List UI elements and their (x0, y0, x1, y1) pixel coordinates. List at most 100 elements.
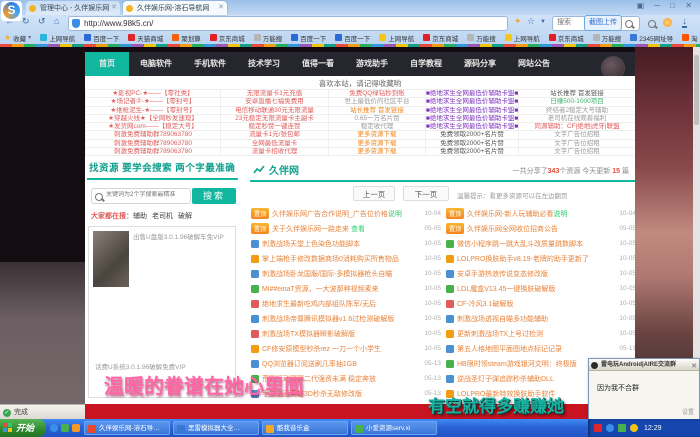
list-item[interactable]: 置顶久伴娱乐网广告合作说明_广告位价格说明10-04 (251, 206, 441, 221)
ad-link[interactable]: 文字广告位招租 (519, 131, 635, 139)
page-scrollbar[interactable] (693, 47, 700, 404)
item-tail-link[interactable]: 说明 (388, 211, 402, 218)
favorites-menu[interactable]: ★ 收藏 ▾ (4, 33, 31, 43)
popup-close-icon[interactable]: ✕ (691, 361, 697, 371)
ad-link[interactable]: 更多资源下载 (329, 148, 426, 156)
scrollbar-thumb[interactable] (694, 55, 699, 125)
ad-link[interactable]: 刺激免费辅助群789063780 (86, 131, 221, 139)
ad-link[interactable]: 23元稳定无限流量卡主副卡 (221, 115, 329, 123)
ad-link[interactable]: 电信移动联通30元无限流量 (221, 107, 329, 115)
site-search-button[interactable]: 搜索 (192, 188, 236, 204)
ad-link[interactable]: ★发货网com——【稳定大号】 (86, 123, 221, 131)
bookmark-item[interactable]: 天猫商城 (128, 33, 163, 43)
hot-link[interactable]: 老司机 (152, 213, 173, 220)
tray-volume-icon[interactable] (630, 424, 638, 432)
list-item[interactable]: Mi##einaT资源，一大波那种视频素来10-05 (251, 281, 441, 296)
magnifier-icon[interactable] (648, 20, 656, 28)
tab-close-icon[interactable]: ✕ (218, 3, 224, 11)
taskbar-window-button[interactable]: 小爱资源serv.xi (351, 421, 437, 435)
chevron-down-icon[interactable]: ▼ (540, 19, 546, 25)
ad-link[interactable]: 稳定秒赞一键连赞 (221, 123, 329, 131)
list-item[interactable]: 置顶久伴娱乐网全网收位招商公告05-05 (446, 221, 635, 236)
ad-link[interactable]: ★维枪泥生-★——【零封号】 (86, 107, 221, 115)
prev-page-button[interactable]: 上一页 (353, 186, 395, 201)
ad-link[interactable]: 文字广告位招租 (519, 148, 635, 156)
ad-link[interactable]: 日赚500-1000项目 (519, 98, 635, 106)
ad-link[interactable]: 免费领取2000+名片赞 (426, 131, 519, 139)
bookmark-item[interactable]: 百度一下 (291, 33, 326, 43)
list-item[interactable]: 绝地求生最新吃鸡内部组队陈军/无后10-05 (251, 296, 441, 311)
refresh-icon[interactable]: ↻ (22, 16, 30, 27)
ad-link[interactable]: ★影视PC-★——【零社类】 (86, 90, 221, 98)
nav-item-8[interactable]: 网站公告 (507, 52, 561, 76)
hot-link[interactable]: 辅助 (133, 213, 147, 220)
address-bar[interactable]: http://www.98k5.cn/ (68, 16, 508, 31)
bookmark-item[interactable]: 京东商城 (423, 33, 458, 43)
window-controls[interactable]: ▣ ─ □ ✕ (637, 1, 696, 10)
nav-item-3[interactable]: 技术学习 (237, 52, 291, 76)
ad-link[interactable]: ■绝地求生全网最低价辅助卡盟■ (426, 123, 519, 131)
favorite-star-icon[interactable]: ☆ (527, 16, 535, 27)
taskbar-window-button[interactable]: 黑雷模拟器大全… (173, 421, 259, 435)
notification-popup[interactable]: 雷电玩Android|AIRE交流群 ✕ 因为我不合群 设置 (588, 358, 700, 420)
ad-link[interactable]: 站长推荐 首发链接 (329, 107, 426, 115)
ad-link[interactable]: 世上最低价的社区平台 (329, 98, 426, 106)
taskbar-window-button[interactable]: 久伴娱乐网-溶石导… (84, 421, 170, 435)
lightning-icon[interactable]: ✦ (514, 16, 522, 27)
ad-link[interactable]: 安卓直播七福免费用 (221, 98, 329, 106)
browser-tab-2[interactable]: 久伴娱乐网-溶石导航网 ✕ (123, 1, 227, 15)
nav-item-1[interactable]: 电脑软件 (129, 52, 183, 76)
menu-circle-icon[interactable] (663, 18, 672, 27)
ad-link[interactable]: 站长推荐 首发链接 (519, 90, 635, 98)
tray-sogou-icon[interactable] (594, 424, 602, 432)
tray-security-icon[interactable] (618, 424, 626, 432)
ad-link[interactable]: 更多资源下载 (329, 131, 426, 139)
list-item[interactable]: LOLPRO换肤助手v8.19-老牌的助手更新了10-05 (446, 251, 635, 266)
list-item[interactable]: LOL魔盒V13.45一键换肤破解版10-05 (446, 281, 635, 296)
ad-link[interactable]: ■绝地求生全网最低价辅助卡盟■ (426, 107, 519, 115)
ad-link[interactable]: 免费领取2000+名片赞 (426, 148, 519, 156)
ad-link[interactable]: ■绝地求生全网最低价辅助卡盟■ (426, 90, 519, 98)
ad-link[interactable]: 无限流量卡1元充值 (221, 90, 329, 98)
next-page-button[interactable]: 下一页 (403, 186, 449, 201)
nav-item-7[interactable]: 源码分享 (453, 52, 507, 76)
ad-link[interactable]: ■绝地求生全网最低价辅助卡盟■ (426, 98, 519, 106)
list-item[interactable]: 置顶久伴娱乐网-新人玩辅助必看说明10-04 (446, 206, 635, 221)
ad-link[interactable]: 刺激免费辅助群789063780 (86, 148, 221, 156)
bookmark-item[interactable]: 京东商城 (210, 33, 245, 43)
ad-link[interactable]: ★场记者②-★——【零封号】 (86, 98, 221, 106)
ad-link[interactable]: ■绝地求生全网最低价辅助卡盟■ (426, 115, 519, 123)
ad-link[interactable]: 全网最低流量卡 (221, 140, 329, 148)
ad-link[interactable]: 刺激免费辅助群789063780 (86, 140, 221, 148)
quick-launch-icon-1[interactable] (50, 424, 58, 432)
ad-link[interactable]: 免费领取2000+名片赞 (426, 140, 519, 148)
ad-link[interactable]: 更多资源下载 (329, 140, 426, 148)
ad-link[interactable]: 稳定收代理 (329, 123, 426, 131)
ad-link[interactable]: 流量卡1元/张包邮 (221, 131, 329, 139)
taskbar-window-button[interactable]: 酷我音乐盒 (262, 421, 348, 435)
list-item[interactable]: 刺激战场透视自瞄多功能辅助10-05 (446, 311, 635, 326)
ad-link[interactable]: 老司机在线观看福利 (519, 115, 635, 123)
tray-network-icon[interactable] (606, 424, 614, 432)
bookmark-item[interactable]: 京东商城 (549, 33, 584, 43)
ad-link[interactable]: 流量卡招收代理 (221, 148, 329, 156)
list-item[interactable]: 刺激战场天堂上色染色功能脚本10-05 (251, 236, 441, 251)
list-item[interactable]: 第五人格地图平面图地点标记记录05-13 (446, 341, 635, 356)
list-item[interactable]: 安卓手游热浪传说变态修改版10-05 (446, 266, 635, 281)
browser-tab-1[interactable]: 管理中心 - 久伴娱乐网 ✕ (26, 1, 120, 15)
list-item[interactable]: 刺激战场卧龙国服/国际-多模拟器枪头自瞄10-05 (251, 266, 441, 281)
start-button[interactable]: 开始 (0, 419, 46, 437)
quick-launch-icon-2[interactable] (61, 424, 69, 432)
popup-settings-link[interactable]: 设置 (682, 407, 694, 416)
ad-link[interactable]: 0.65一万名片赞 (329, 115, 426, 123)
nav-item-4[interactable]: 值得一看 (291, 52, 345, 76)
bookmark-item[interactable]: 聚划算 (172, 33, 201, 43)
bookmark-item[interactable]: 上网导航 (379, 33, 414, 43)
list-item[interactable]: 掌上端枪手修改数据商场0消耗购买所售物品10-05 (251, 251, 441, 266)
site-search-input[interactable] (104, 191, 190, 199)
upload-bubble-button[interactable]: 截图上传 (584, 15, 622, 31)
list-item[interactable]: 微信小程序跳一跳大乱斗改质量跳数脚本10-05 (446, 236, 635, 251)
ad-link[interactable]: 文字广告位招租 (519, 140, 635, 148)
list-item[interactable]: 更新刺激战场TX上号过检测10-05 (446, 326, 635, 341)
bookmark-item[interactable]: 淘 宝 网 (682, 33, 700, 43)
